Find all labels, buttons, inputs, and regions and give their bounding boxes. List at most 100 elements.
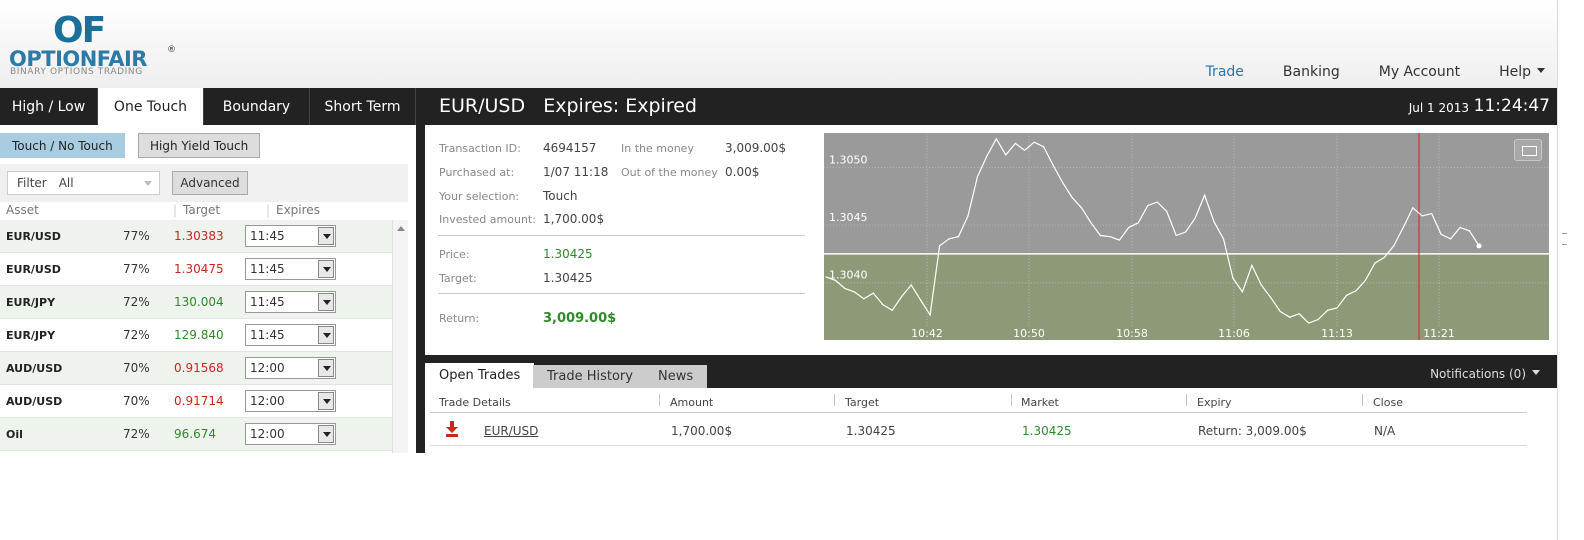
subtab-touch-no-touch[interactable]: Touch / No Touch <box>0 133 125 158</box>
trades-header: Trade Details Amount Target Market Expir… <box>430 394 1527 413</box>
invested-label: Invested amount: <box>439 213 536 226</box>
price-point <box>1014 142 1016 144</box>
col-divider <box>1186 394 1187 406</box>
price-point <box>1468 230 1471 232</box>
tab-one-touch[interactable]: One Touch <box>98 88 204 125</box>
price-point <box>986 155 988 157</box>
col-divider: | <box>266 203 271 217</box>
dropdown-arrow-icon <box>318 326 334 344</box>
expiry-select[interactable]: 11:45 <box>245 291 336 313</box>
expand-chart-icon[interactable] <box>1514 139 1542 161</box>
price-point <box>1222 238 1225 240</box>
price-point <box>1213 221 1215 223</box>
asset-target: 1.30475 <box>174 262 224 276</box>
filter-select[interactable]: Filter All <box>7 171 160 195</box>
page-scrollbar[interactable] <box>1557 0 1584 540</box>
expiry-select[interactable]: 11:45 <box>245 324 336 346</box>
selection-value: Touch <box>543 189 578 203</box>
logo-mark: OF <box>53 10 106 51</box>
expiry-select[interactable]: 11:45 <box>245 225 336 247</box>
col-amount: Amount <box>670 396 714 409</box>
chevron-down-icon <box>144 181 152 186</box>
dropdown-arrow-icon <box>318 392 334 410</box>
col-asset: Asset <box>6 203 39 217</box>
expiry-select[interactable]: 12:00 <box>245 423 336 445</box>
expiry-select[interactable]: 12:00 <box>245 390 336 412</box>
price-point <box>1185 231 1187 233</box>
trade-panel: EUR/USD Expires: Expired Jul 1 2013 11:2… <box>425 88 1557 453</box>
y-tick-label: 1.3050 <box>829 154 868 167</box>
asset-target: 129.840 <box>174 328 224 342</box>
nav-banking[interactable]: Banking <box>1283 64 1340 80</box>
nav-trade[interactable]: Trade <box>1206 64 1244 80</box>
asset-payout: 70% <box>123 394 150 408</box>
asset-name: AUD/USD <box>6 395 63 408</box>
col-divider <box>1362 394 1363 406</box>
nav-my-account[interactable]: My Account <box>1379 64 1460 80</box>
tab-news[interactable]: News <box>644 365 708 388</box>
price-point <box>1251 264 1253 267</box>
asset-list-scrollbar[interactable] <box>392 220 408 453</box>
asset-name: EUR/USD <box>6 263 61 276</box>
price-chart[interactable]: 10:42 10:50 10:58 11:06 11:13 11:21 1.3050 1.30… <box>824 133 1549 340</box>
subtab-high-yield-touch[interactable]: High Yield Touch <box>138 133 261 158</box>
trade-target: 1.30425 <box>846 424 896 438</box>
asset-row[interactable]: EUR/USD 77% 1.30383 11:45 <box>0 220 392 253</box>
col-divider <box>834 394 835 406</box>
price-point <box>1194 217 1196 219</box>
price-point <box>1137 222 1139 224</box>
price-point <box>1383 256 1385 258</box>
price-point <box>1326 309 1329 311</box>
asset-row[interactable]: EUR/JPY 72% 129.840 11:45 <box>0 319 392 352</box>
price-point <box>957 236 960 238</box>
asset-row[interactable]: AUD/USD 70% 0.91568 12:00 <box>0 352 392 385</box>
panel-divider <box>416 88 425 453</box>
expiry-select[interactable]: 12:00 <box>245 357 336 379</box>
asset-row[interactable]: EUR/USD 77% 1.30475 11:45 <box>0 253 392 286</box>
selection-label: Your selection: <box>439 190 520 203</box>
header: OF OPTIONFAIR ® BINARY OPTIONS TRADING T… <box>0 0 1557 88</box>
notifications-label: Notifications (0) <box>1430 367 1526 381</box>
open-trades-table: Trade Details Amount Target Market Expir… <box>425 388 1557 453</box>
asset-payout: 72% <box>123 427 150 441</box>
invested-value: 1,700.00$ <box>543 212 605 226</box>
option-type-tabs: High / Low One Touch Boundary Short Term <box>0 88 416 125</box>
asset-row[interactable]: AUD/USD 70% 0.91714 12:00 <box>0 385 392 418</box>
logo-tagline: BINARY OPTIONS TRADING <box>10 67 143 77</box>
asset-row[interactable]: EUR/JPY 72% 130.004 11:45 <box>0 286 392 319</box>
asset-payout: 70% <box>123 361 150 375</box>
price-point <box>1308 322 1310 324</box>
col-divider: | <box>173 203 178 217</box>
advanced-button[interactable]: Advanced <box>172 171 248 195</box>
price-point <box>1147 204 1149 207</box>
asset-name: EUR/JPY <box>6 296 56 309</box>
price-point <box>1402 226 1404 229</box>
price-point <box>1166 210 1168 212</box>
asset-row[interactable]: Oil 72% 96.674 12:00 <box>0 418 392 451</box>
price-point <box>1270 297 1272 299</box>
nav-help[interactable]: Help <box>1499 64 1545 80</box>
trade-details: Transaction ID: 4694157 Purchased at: 1/… <box>425 125 1557 355</box>
out-money-value: 0.00$ <box>725 165 760 179</box>
price-point <box>1298 313 1300 315</box>
optionfair-logo[interactable]: OF OPTIONFAIR ® BINARY OPTIONS TRADING <box>9 10 179 78</box>
chevron-down-icon <box>1532 370 1540 375</box>
col-market: Market <box>1021 396 1059 409</box>
tab-trade-history[interactable]: Trade History <box>533 365 647 388</box>
asset-payout: 77% <box>123 262 150 276</box>
expiry-select[interactable]: 11:45 <box>245 258 336 280</box>
y-tick-label: 1.3045 <box>829 211 868 224</box>
last-price-marker <box>1476 243 1482 249</box>
tab-short-term[interactable]: Short Term <box>310 88 416 125</box>
price-chart-svg: 10:42 10:50 10:58 11:06 11:13 11:21 1.3050 1.30… <box>824 133 1549 340</box>
tab-boundary[interactable]: Boundary <box>204 88 310 125</box>
dropdown-arrow-icon <box>318 293 334 311</box>
notifications-dropdown[interactable]: Notifications (0) <box>1430 367 1540 381</box>
trade-asset-link[interactable]: EUR/USD <box>484 424 538 438</box>
price-point <box>863 298 865 300</box>
table-row[interactable]: EUR/USD 1,700.00$ 1.30425 1.30425 Return… <box>430 413 1527 446</box>
tab-open-trades[interactable]: Open Trades <box>425 363 535 388</box>
col-close: Close <box>1373 396 1403 409</box>
tab-high-low[interactable]: High / Low <box>0 88 98 125</box>
asset-payout: 72% <box>123 328 150 342</box>
